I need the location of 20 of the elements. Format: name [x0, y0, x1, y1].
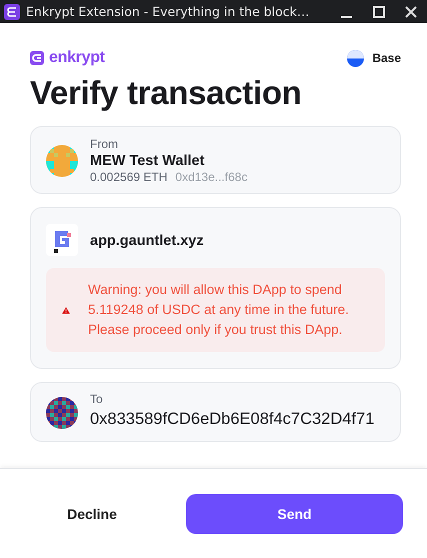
network-icon: [347, 50, 364, 66]
dapp-domain: app.gauntlet.xyz: [90, 233, 204, 249]
send-button[interactable]: Send: [186, 494, 403, 534]
wallet-balance: 0.002569 ETH: [90, 170, 168, 184]
network-name: Base: [372, 51, 401, 65]
recipient-address: 0x833589fCD6eDb6E08f4c7C32D4f71: [90, 410, 374, 429]
from-label: From: [90, 137, 119, 151]
wallet-name: MEW Test Wallet: [90, 153, 206, 169]
warning-text: Warning: you will allow this DApp to spend 5.119248 of USDC at any time in the future. Please proceed only if you trust this DApp.: [88, 281, 350, 339]
brand-name: enkrypt: [49, 49, 105, 67]
wallet-avatar: [46, 144, 78, 176]
to-label: To: [90, 392, 104, 406]
app-icon: [4, 4, 20, 20]
dapp-logo-icon: [46, 224, 78, 256]
wallet-address: 0xd13e...f68c: [175, 170, 248, 184]
decline-button[interactable]: Decline: [30, 494, 154, 534]
window-title: Enkrypt Extension - Everything in the block…: [26, 4, 310, 19]
logo-icon: [30, 51, 44, 65]
recipient-avatar: [46, 397, 78, 429]
page-heading: Verify transaction: [30, 74, 303, 112]
